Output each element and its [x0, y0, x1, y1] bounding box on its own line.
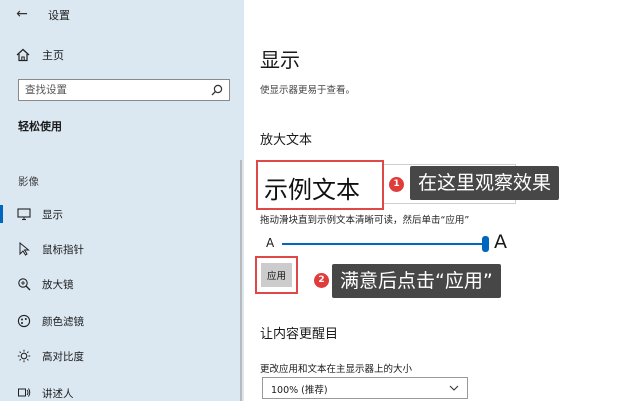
apply-button-highlight: 应用 — [255, 256, 298, 294]
sidebar-item-label: 鼠标指针 — [42, 243, 84, 256]
enlarge-text-heading: 放大文本 — [260, 133, 313, 148]
section-title: 轻松使用 — [18, 120, 62, 133]
size-label: 更改应用和文本在主显示器上的大小 — [260, 364, 413, 375]
home-label: 主页 — [42, 49, 64, 62]
search-box[interactable] — [18, 79, 230, 101]
slider-max-label: A — [494, 231, 507, 253]
home-link[interactable]: 主页 — [16, 46, 64, 64]
sidebar-item-mouse-pointer[interactable]: 鼠标指针 — [0, 234, 244, 264]
search-input[interactable] — [19, 80, 204, 100]
scale-dropdown-value: 100% (推荐) — [271, 385, 328, 396]
sidebar-item-label: 颜色滤镜 — [42, 315, 84, 328]
apply-button[interactable]: 应用 — [261, 263, 292, 287]
sidebar: 主页 轻松使用 影像 显示 鼠标指针 放大镜 颜色滤镜 高对比度 讲述人 — [0, 0, 244, 401]
annotation-badge-2: 2 — [314, 273, 329, 288]
group-title: 影像 — [18, 176, 39, 188]
monitor-icon — [16, 206, 32, 222]
annotation-callout-2: 满意后点击“应用” — [332, 264, 501, 298]
sidebar-item-color-filter[interactable]: 颜色滤镜 — [0, 306, 244, 336]
sidebar-item-magnifier[interactable]: 放大镜 — [0, 269, 244, 299]
back-arrow-icon[interactable]: ← — [14, 6, 30, 22]
annotation-badge-1: 1 — [389, 177, 404, 192]
sidebar-item-display[interactable]: 显示 — [0, 199, 244, 229]
sidebar-scrollbar[interactable] — [240, 160, 242, 401]
scale-dropdown[interactable]: 100% (推荐) — [262, 377, 468, 399]
sidebar-item-narrator[interactable]: 讲述人 — [0, 378, 244, 401]
prominent-heading: 让内容更醒目 — [260, 327, 339, 342]
slider-min-label: A — [266, 236, 275, 250]
sidebar-item-label: 显示 — [42, 208, 63, 221]
sample-text-highlight: 示例文本 — [256, 160, 384, 210]
sidebar-item-label: 高对比度 — [42, 350, 84, 363]
page-description: 使显示器更易于查看。 — [260, 85, 356, 96]
magnifier-icon — [16, 276, 32, 292]
annotation-callout-1: 在这里观察效果 — [410, 166, 560, 200]
sidebar-item-high-contrast[interactable]: 高对比度 — [0, 341, 244, 371]
high-contrast-icon — [16, 348, 32, 364]
search-icon[interactable] — [211, 84, 223, 96]
window-title: 设置 — [48, 9, 70, 22]
text-size-slider-thumb[interactable] — [482, 236, 489, 252]
narrator-icon — [16, 385, 32, 401]
page-title: 显示 — [260, 48, 300, 72]
text-size-slider-track[interactable] — [282, 243, 488, 245]
sample-text: 示例文本 — [264, 176, 360, 204]
mouse-pointer-icon — [16, 241, 32, 257]
home-icon — [16, 48, 30, 62]
main-content: 显示 使显示器更易于查看。 放大文本 示例文本 1 在这里观察效果 拖动滑块直到… — [244, 0, 640, 401]
sidebar-item-label: 放大镜 — [42, 278, 74, 291]
color-filter-icon — [16, 313, 32, 329]
sidebar-item-label: 讲述人 — [42, 387, 74, 400]
chevron-down-icon — [449, 385, 459, 391]
slider-instruction: 拖动滑块直到示例文本清晰可读，然后单击“应用” — [260, 215, 470, 226]
